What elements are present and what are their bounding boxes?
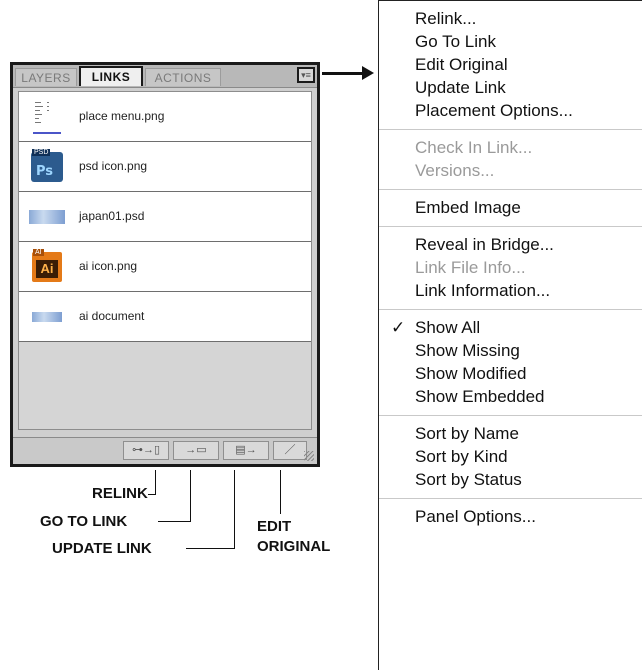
menu-item-embed-image[interactable]: Embed Image [379, 196, 642, 219]
menu-item-relink[interactable]: Relink... [379, 7, 642, 30]
menu-item-reveal-in-bridge[interactable]: Reveal in Bridge... [379, 233, 642, 256]
menu-item-show-modified[interactable]: Show Modified [379, 362, 642, 385]
illustrator-icon-thumbnail: AI Ai [27, 249, 67, 283]
menu-group: Embed Image [379, 190, 642, 227]
image-thumbnail [27, 301, 67, 333]
relink-icon: ⊶→▯ [131, 444, 161, 456]
update-link-icon: ▤→ [235, 444, 257, 456]
update-link-leader-line [186, 548, 235, 549]
go-to-link-callout: GO TO LINK [40, 513, 128, 530]
link-filename: place menu.png [79, 109, 165, 123]
edit-original-callout-line1: EDIT [257, 518, 292, 535]
link-row[interactable]: japan01.psd [19, 192, 311, 242]
relink-callout: RELINK [92, 485, 148, 502]
menu-item-sort-by-status[interactable]: Sort by Status [379, 468, 642, 491]
tab-layers[interactable]: LAYERS [15, 68, 77, 86]
menu-screenshot-thumbnail [27, 101, 67, 134]
arrow-head-icon [362, 66, 374, 80]
go-to-link-button[interactable]: →▭ [173, 441, 219, 460]
menu-item-sort-by-kind[interactable]: Sort by Kind [379, 445, 642, 468]
link-filename: ai document [79, 309, 145, 323]
edit-original-leader-line [280, 470, 281, 514]
panel-menu-button[interactable]: ▾≡ [297, 67, 315, 83]
go-to-link-leader-line [158, 521, 191, 522]
link-row[interactable]: place menu.png [19, 92, 311, 142]
menu-group: ✓ Show All Show Missing Show Modified Sh… [379, 310, 642, 416]
menu-group: Reveal in Bridge... Link File Info... Li… [379, 227, 642, 310]
resize-grip[interactable] [304, 451, 314, 461]
menu-item-versions: Versions... [415, 161, 495, 180]
links-panel: LAYERS LINKS ACTIONS ▾≡ place menu.png P… [10, 62, 320, 467]
edit-original-callout-line2: ORIGINAL [257, 538, 331, 555]
menu-item-go-to-link[interactable]: Go To Link [379, 30, 642, 53]
relink-leader-line [155, 470, 156, 495]
menu-group: Check In Link... Versions... [379, 130, 642, 190]
menu-item-sort-by-name[interactable]: Sort by Name [379, 422, 642, 445]
edit-original-callout: EDIT ORIGINAL [257, 517, 330, 557]
menu-item-link-file-info: Link File Info... [415, 258, 526, 277]
menu-item-link-information[interactable]: Link Information... [379, 279, 642, 302]
menu-item-show-all[interactable]: ✓ Show All [379, 316, 642, 339]
menu-item-panel-options[interactable]: Panel Options... [379, 505, 642, 528]
menu-item-label: Show All [415, 318, 481, 337]
menu-group: Sort by Name Sort by Kind Sort by Status [379, 416, 642, 499]
update-link-button[interactable]: ▤→ [223, 441, 269, 460]
panel-tab-bar: LAYERS LINKS ACTIONS ▾≡ [13, 65, 317, 88]
checkmark-icon: ✓ [391, 318, 406, 337]
image-thumbnail [27, 201, 67, 233]
photoshop-icon-thumbnail: PSD Ps [27, 149, 67, 183]
menu-item-check-in-link: Check In Link... [415, 138, 533, 157]
edit-original-icon: ／ [284, 444, 296, 456]
edit-original-button[interactable]: ／ [273, 441, 307, 460]
link-row[interactable]: PSD Ps psd icon.png [19, 142, 311, 192]
link-row[interactable]: ai document [19, 292, 311, 342]
tab-actions[interactable]: ACTIONS [145, 68, 221, 86]
menu-item-show-missing[interactable]: Show Missing [379, 339, 642, 362]
menu-item-update-link[interactable]: Update Link [379, 76, 642, 99]
update-link-callout: UPDATE LINK [52, 540, 152, 557]
go-to-link-icon: →▭ [185, 444, 207, 456]
panel-menu-icon: ▾≡ [301, 70, 311, 80]
arrow-connector [322, 72, 366, 75]
link-row[interactable]: AI Ai ai icon.png [19, 242, 311, 292]
panel-flyout-menu: Relink... Go To Link Edit Original Updat… [378, 0, 642, 670]
link-filename: ai icon.png [79, 259, 138, 273]
go-to-link-leader-line [190, 470, 191, 522]
relink-button[interactable]: ⊶→▯ [123, 441, 169, 460]
menu-item-placement-options[interactable]: Placement Options... [379, 99, 642, 122]
menu-group: Panel Options... [379, 499, 642, 535]
link-filename: japan01.psd [79, 209, 145, 223]
links-list: place menu.png PSD Ps psd icon.png japan0… [18, 91, 312, 430]
menu-item-edit-original[interactable]: Edit Original [379, 53, 642, 76]
menu-group: Relink... Go To Link Edit Original Updat… [379, 1, 642, 130]
link-filename: psd icon.png [79, 159, 148, 173]
tab-links[interactable]: LINKS [79, 66, 143, 86]
panel-toolbar: ⊶→▯ →▭ ▤→ ／ [13, 437, 317, 464]
update-link-leader-line [234, 470, 235, 549]
menu-item-show-embedded[interactable]: Show Embedded [379, 385, 642, 408]
relink-leader-line [148, 494, 156, 495]
